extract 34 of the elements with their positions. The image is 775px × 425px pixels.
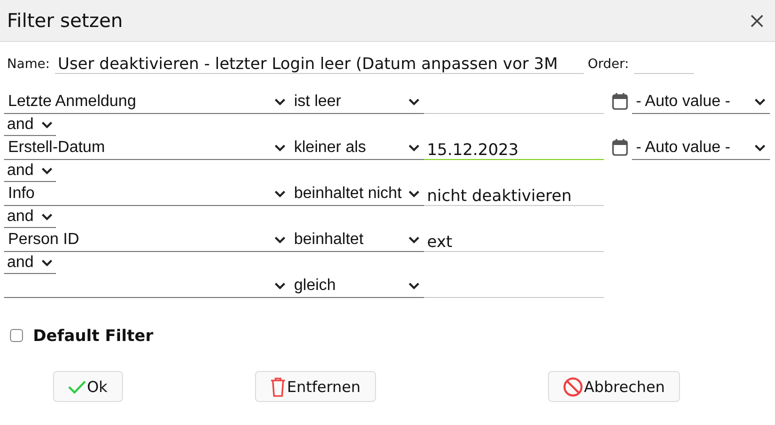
trash-icon: [270, 376, 286, 396]
dialog-title: Filter setzen: [7, 10, 123, 32]
chevron-icon: [41, 166, 53, 174]
chevron-icon: [408, 190, 420, 198]
name-label: Name:: [7, 57, 50, 74]
chevron-icon: [274, 144, 286, 152]
chevron-icon: [274, 236, 286, 244]
connector-select[interactable]: and: [4, 114, 56, 136]
chevron-icon: [408, 144, 420, 152]
ok-button[interactable]: Ok: [53, 371, 122, 402]
chevron-icon: [408, 236, 420, 244]
chevron-icon: [754, 144, 766, 152]
chevron-icon: [408, 282, 420, 290]
delete-button[interactable]: Entfernen: [255, 371, 376, 402]
default-filter-label: Default Filter: [33, 326, 154, 345]
chevron-icon: [408, 98, 420, 106]
chevron-icon: [274, 282, 286, 290]
default-filter-checkbox[interactable]: [10, 329, 23, 342]
chevron-icon: [41, 212, 53, 220]
connector-select[interactable]: and: [4, 206, 56, 228]
chevron-icon: [274, 190, 286, 198]
cancel-button[interactable]: Abbrechen: [548, 371, 680, 402]
close-button[interactable]: [749, 12, 765, 28]
chevron-icon: [274, 98, 286, 106]
chevron-icon: [41, 120, 53, 128]
chevron-icon: [754, 98, 766, 106]
prohibited-icon: [563, 376, 583, 396]
order-label: Order:: [588, 57, 629, 74]
chevron-icon: [41, 258, 53, 266]
calendar-icon[interactable]: [612, 138, 628, 156]
connector-select[interactable]: and: [4, 252, 56, 274]
calendar-icon[interactable]: [612, 92, 628, 110]
connector-select[interactable]: and: [4, 160, 56, 182]
checkmark-icon: [68, 380, 86, 394]
